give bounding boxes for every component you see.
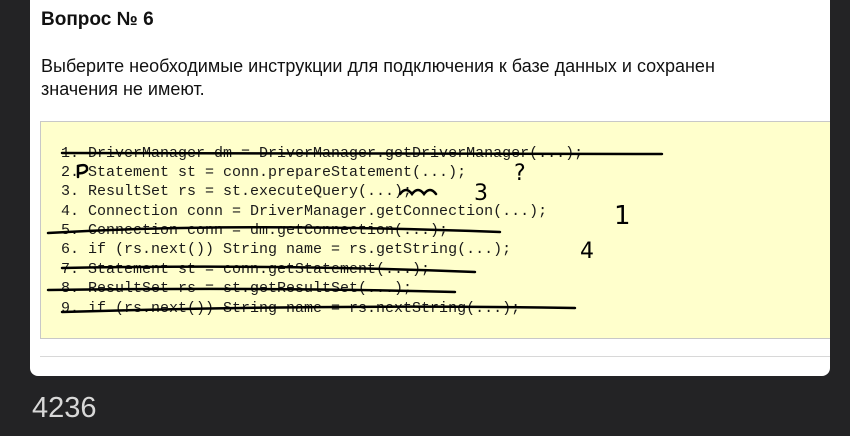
code-line-5: 5. Connection conn = dm.getConnection(..… — [61, 222, 449, 239]
question-title: Вопрос № 6 — [41, 9, 154, 30]
code-line-9: 9. if (rs.next()) String name = rs.nextS… — [61, 300, 521, 317]
code-line-2: 2. Statement st = conn.prepareStatement(… — [61, 164, 467, 181]
code-line-4: 4. Connection conn = DriverManager.getCo… — [61, 203, 548, 220]
code-line-7: 7. Statement st = conn.getStatement(...)… — [61, 261, 431, 278]
code-line-3: 3. ResultSet rs = st.executeQuery(...); — [61, 183, 413, 200]
code-block: 1. DriverManager dm = DriverManager.getD… — [40, 121, 830, 339]
question-text-line-2: значения не имеют. — [41, 79, 205, 99]
code-line-8: 8. ResultSet rs = st.getResultSet(...); — [61, 280, 413, 297]
question-card: Вопрос № 6 Выберите необходимые инструкц… — [30, 0, 830, 376]
code-line-1: 1. DriverManager dm = DriverManager.getD… — [61, 145, 584, 162]
footer-number: 4236 — [32, 392, 97, 424]
question-text: Выберите необходимые инструкции для подк… — [41, 55, 830, 101]
question-text-line-1: Выберите необходимые инструкции для подк… — [41, 56, 715, 76]
code-line-6: 6. if (rs.next()) String name = rs.getSt… — [61, 241, 512, 258]
divider — [40, 356, 830, 357]
